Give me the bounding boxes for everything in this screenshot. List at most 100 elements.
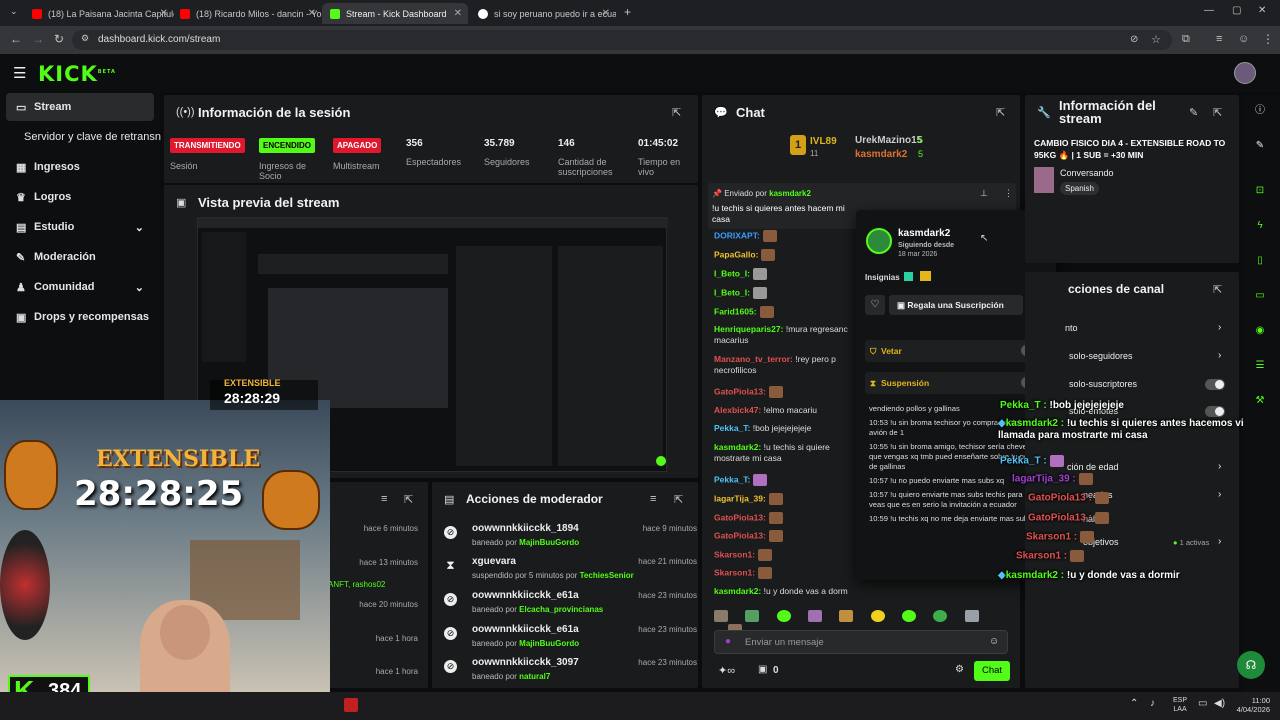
crop-icon[interactable]: ⊡	[1249, 180, 1271, 202]
new-tab-icon[interactable]: +	[624, 5, 631, 19]
sidebar-item-revenue[interactable]: ▦ Ingresos	[6, 153, 154, 181]
bookmark-star-icon[interactable]: ☆	[1151, 33, 1161, 46]
close-tab-icon[interactable]: ✕	[602, 8, 610, 19]
app-taskbar-icon[interactable]	[344, 698, 358, 712]
sidebar-item-moderation[interactable]: ✎ Moderación	[6, 243, 154, 271]
network-icon[interactable]: ▭	[1198, 698, 1207, 709]
chat-message[interactable]: I_Beto_I:	[714, 268, 767, 280]
extensions-icon[interactable]: ⧉	[1182, 33, 1190, 46]
unpin-icon[interactable]: ⊥	[980, 188, 988, 199]
profile-icon[interactable]: ☺	[1238, 33, 1249, 45]
emote-icon[interactable]	[745, 609, 760, 622]
chevron-right-icon[interactable]: ›	[1218, 536, 1221, 547]
chat-input[interactable]: ● Enviar un mensaje ☺	[714, 630, 1008, 654]
chat-message[interactable]: Pekka_T: !bob jejejejejeje	[714, 423, 811, 434]
gift-sub-button[interactable]: ▣ Regala una Suscripción	[889, 295, 1023, 315]
filter-icon[interactable]: ≡	[650, 493, 656, 505]
browser-tab-4[interactable]: si soy peruano puedo ir a ecuad ✕	[470, 3, 616, 24]
emote-icon[interactable]	[714, 609, 728, 622]
close-tab-icon[interactable]: ✕	[308, 8, 316, 19]
chat-message[interactable]: lagarTija_39:	[714, 493, 783, 505]
mod-action-row[interactable]: ⊘ oowwnnkkiicckk_e61a baneado por MajinBuu…	[442, 620, 697, 652]
chat-settings-icon[interactable]: ⚙	[955, 664, 964, 675]
chat-message[interactable]: GatoPiola13:	[714, 530, 783, 542]
chat-message[interactable]: kasmdark2: !u y donde vas a dorm	[714, 586, 848, 597]
tab-search-icon[interactable]: ⌄	[10, 6, 18, 17]
layers-icon[interactable]: ☰	[1249, 355, 1271, 377]
emote-icon[interactable]	[933, 609, 948, 622]
chat-bubble-icon[interactable]: ▭	[1249, 285, 1271, 307]
url-field[interactable]: ⚙ dashboard.kick.com/stream	[72, 30, 1172, 50]
chat-message[interactable]: GatoPiola13:	[714, 512, 783, 524]
edit-icon[interactable]: ✎	[1189, 106, 1198, 119]
close-window-icon[interactable]: ✕	[1258, 5, 1266, 16]
chat-message[interactable]: Pekka_T:	[714, 474, 768, 486]
chevron-right-icon[interactable]: ›	[1218, 461, 1221, 472]
emote-icon[interactable]	[776, 609, 791, 622]
chat-message[interactable]: Farid1605:	[714, 306, 774, 318]
chat-message[interactable]: GatoPiola13:	[714, 386, 783, 398]
browser-tab-3[interactable]: Stream - Kick Dashboard ✕	[322, 3, 468, 24]
browser-tab-2[interactable]: (18) Ricardo Milos - dancin - Yo ✕	[172, 3, 322, 24]
chat-message[interactable]: I_Beto_I:	[714, 287, 767, 299]
emoji-picker-icon[interactable]: ☺	[989, 636, 999, 647]
info-icon[interactable]: ⓘ	[1249, 100, 1271, 122]
media-icon[interactable]: ≡	[1216, 33, 1222, 45]
forward-icon[interactable]: →	[32, 32, 44, 46]
reload-icon[interactable]: ↻	[54, 32, 64, 46]
site-info-icon[interactable]: ⚙	[81, 33, 89, 44]
kick-logo[interactable]: KICKBETA	[38, 62, 116, 86]
channel-action-label[interactable]: solo-seguidores	[1069, 351, 1133, 361]
tray-chevron-icon[interactable]: ⌃	[1130, 698, 1138, 709]
chevron-right-icon[interactable]: ›	[1218, 350, 1221, 361]
timeout-row[interactable]: ⧗ Suspensión	[865, 372, 1047, 394]
maximize-icon[interactable]: ▢	[1232, 5, 1241, 16]
sidebar-item-server-key[interactable]: Servidor y clave de retransn	[16, 123, 164, 151]
subs-only-toggle[interactable]	[1205, 379, 1225, 390]
follow-heart-button[interactable]: ♡	[865, 295, 885, 315]
expand-icon[interactable]: ⇱	[1213, 283, 1222, 296]
chat-message[interactable]: PapaGallo:	[714, 249, 776, 261]
mic-icon[interactable]: ●	[725, 636, 731, 647]
chat-message[interactable]: kasmdark2: !u techis si quiere mostrarte…	[714, 442, 850, 464]
mod-action-row[interactable]: ⊘ oowwnnkkiicckk_3097 baneado por natural7…	[442, 653, 697, 685]
browser-menu-icon[interactable]: ⋮	[1262, 32, 1274, 46]
browser-tab-1[interactable]: (18) La Paisana Jacinta Capitulo ✕	[24, 3, 174, 24]
mod-action-row[interactable]: ⧗ xguevara suspendido por 5 minutos por Te…	[442, 552, 697, 584]
expand-icon[interactable]: ⇱	[1213, 106, 1222, 119]
ban-row[interactable]: ⛉ Vetar	[865, 340, 1047, 362]
chat-message[interactable]: Skarson1:	[714, 567, 773, 579]
chat-message[interactable]: Alexbick47: !elmo macariu	[714, 405, 817, 416]
sidebar-item-stream[interactable]: ▭ Stream	[6, 93, 154, 121]
sidebar-item-studio[interactable]: ▤ Estudio ⌄	[6, 213, 154, 241]
expand-icon[interactable]: ⇱	[674, 493, 683, 506]
sidebar-item-achievements[interactable]: ♛ Logros	[6, 183, 154, 211]
clock[interactable]: 11:00 4/04/2026	[1232, 696, 1270, 714]
emote-icon[interactable]	[808, 609, 823, 622]
eye-off-icon[interactable]: ⊘	[1130, 34, 1138, 45]
broadcast-icon[interactable]: ◉	[1249, 320, 1271, 342]
expand-icon[interactable]: ⇱	[672, 106, 681, 119]
category-name[interactable]: Conversando	[1060, 168, 1114, 178]
emotes-only-toggle[interactable]	[1205, 406, 1225, 417]
volume-icon[interactable]: ◀)	[1214, 698, 1225, 709]
emote-icon[interactable]	[902, 609, 917, 622]
gifter-name[interactable]: kasmdark2	[855, 149, 907, 160]
close-tab-icon[interactable]: ✕	[160, 8, 168, 19]
send-chat-button[interactable]: Chat	[974, 661, 1010, 681]
chat-message[interactable]: Skarson1:	[714, 549, 773, 561]
minimize-icon[interactable]: —	[1204, 5, 1214, 16]
user-avatar[interactable]	[1234, 62, 1256, 84]
sidebar-item-community[interactable]: ♟ Comunidad ⌄	[6, 273, 154, 301]
mod-action-row[interactable]: ⊘ oowwnnkkiicckk_1894 baneado por MajinBuu…	[442, 519, 697, 551]
document-icon[interactable]: ▯	[1249, 250, 1271, 272]
channel-action-label[interactable]: ción de edad	[1067, 462, 1119, 472]
pinned-menu-icon[interactable]: ⋮	[1004, 188, 1013, 199]
gifter-name[interactable]: IVL89	[810, 136, 837, 147]
tray-mic-icon[interactable]: ♪	[1150, 698, 1155, 709]
expand-icon[interactable]: ⇱	[404, 493, 413, 506]
close-tab-icon[interactable]: ✕	[454, 8, 462, 19]
chat-message[interactable]: Henriqueparis27: !mura regresanc macariu…	[714, 324, 850, 346]
hamburger-menu-icon[interactable]: ☰	[13, 64, 26, 82]
channel-action-label[interactable]: nto	[1065, 323, 1078, 333]
